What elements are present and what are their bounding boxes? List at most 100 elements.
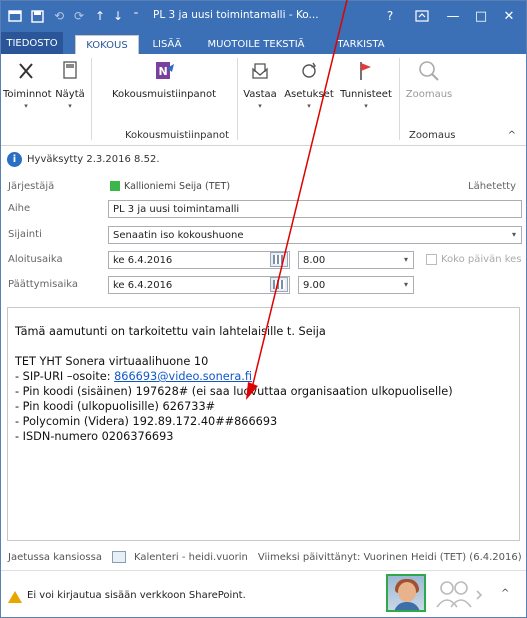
end-time-value: 9.00 — [303, 280, 326, 291]
body-line: - Polycomin (Videra) 192.89.172.40##8666… — [15, 415, 278, 428]
people-icon[interactable] — [433, 579, 493, 609]
redo-icon[interactable]: ⟳ — [71, 7, 87, 25]
info-text: Hyväksytty 2.3.2016 8.52. — [27, 153, 160, 165]
sharepoint-warning: Ei voi kirjautua sisään verkkoon SharePo… — [27, 590, 246, 601]
start-date-value: ke 6.4.2016 — [113, 255, 173, 266]
tab-file[interactable]: TIEDOSTO — [1, 32, 63, 54]
down-arrow-icon[interactable]: ↓ — [111, 7, 125, 25]
meeting-notes-button[interactable]: N Kokousmuistiinpanot — [93, 58, 235, 100]
calendar-icon — [111, 551, 126, 563]
ribbon-tabs: TIEDOSTO KOKOUS LISÄÄ MUOTOILE TEKSTIÄ T… — [1, 32, 526, 54]
collapse-ribbon-button[interactable]: ^ — [508, 130, 516, 141]
respond-label: Vastaa — [243, 89, 277, 100]
body-line: - ISDN-numero 0206376693 — [15, 430, 174, 443]
magnifier-icon — [416, 58, 442, 84]
help-button[interactable]: ? — [381, 6, 399, 26]
customize-qat-icon[interactable]: ⁼ — [129, 7, 143, 25]
subject-value: PL 3 ja uusi toimintamalli — [113, 204, 240, 215]
calendar-icon[interactable] — [270, 277, 288, 292]
tab-review[interactable]: TARKISTA — [327, 35, 395, 54]
subject-label: Aihe — [8, 203, 31, 214]
ribbon-separator — [91, 58, 92, 140]
sent-label: Lähetetty — [468, 181, 517, 192]
undo-icon[interactable]: ⟲ — [51, 7, 67, 25]
calendar-text[interactable]: Kalenteri - heidi.vuorin — [134, 552, 248, 563]
onenote-icon: N — [151, 58, 177, 84]
chevron-down-icon[interactable]: ▾ — [404, 255, 408, 264]
actions-button[interactable]: Toiminnot ▾ — [3, 58, 52, 110]
respond-button[interactable]: Vastaa ▾ — [241, 58, 279, 110]
start-time-value: 8.00 — [303, 255, 326, 266]
tags-button[interactable]: Tunnisteet ▾ — [335, 58, 397, 110]
tab-format-text[interactable]: MUOTOILE TEKSTIÄ — [197, 35, 315, 54]
organizer-value[interactable]: Kallioniemi Seija (TET) — [124, 181, 230, 192]
ribbon-separator — [399, 58, 400, 140]
location-label: Sijainti — [8, 229, 42, 240]
sip-link[interactable]: 866693@video.sonera.fi — [114, 370, 252, 383]
chevron-down-icon[interactable]: ▾ — [404, 280, 408, 289]
people-pane: Ei voi kirjautua sisään verkkoon SharePo… — [1, 570, 526, 616]
organizer-label: Järjestäjä — [8, 181, 55, 192]
allday-checkbox[interactable] — [426, 254, 437, 265]
save-icon[interactable] — [29, 7, 45, 25]
zoom-label: Zoomaus — [405, 89, 453, 100]
warning-icon — [8, 591, 22, 603]
app-icon[interactable] — [7, 7, 23, 25]
group-label-zoom: Zoomaus — [409, 130, 456, 141]
info-bar: i Hyväksytty 2.3.2016 8.52. — [1, 147, 526, 171]
body-line: Tämä aamutunti on tarkoitettu vain lahte… — [15, 325, 326, 338]
body-line: TET YHT Sonera virtuaalihuone 10 — [15, 355, 209, 368]
close-button[interactable]: ✕ — [499, 6, 519, 26]
zoom-button[interactable]: Zoomaus — [403, 58, 455, 100]
flag-icon — [353, 58, 379, 84]
end-date-field[interactable]: ke 6.4.2016 — [108, 276, 290, 294]
meeting-notes-label: Kokousmuistiinpanot — [111, 89, 216, 100]
status-bar: Jaetussa kansiossa Kalenteri - heidi.vuo… — [1, 546, 526, 568]
minimize-button[interactable]: — — [443, 6, 463, 26]
location-field[interactable]: Senaatin iso kokoushuone ▾ — [108, 226, 522, 244]
view-icon — [57, 58, 83, 84]
start-time-field[interactable]: 8.00 ▾ — [298, 251, 414, 269]
actions-label: Toiminnot — [3, 89, 52, 100]
chevron-down-icon: ▾ — [24, 102, 28, 110]
end-date-value: ke 6.4.2016 — [113, 280, 173, 291]
up-arrow-icon[interactable]: ↑ — [93, 7, 107, 25]
refresh-icon — [296, 58, 322, 84]
show-button[interactable]: Näytä ▾ — [51, 58, 89, 110]
restore-button[interactable]: □ — [471, 6, 491, 26]
window-title: PL 3 ja uusi toimintamalli - Ko... — [153, 9, 319, 21]
ribbon: Toiminnot ▾ Näytä ▾ N Kokousmuistiinpano… — [1, 54, 526, 146]
options-button[interactable]: Asetukset ▾ — [283, 58, 335, 110]
allday-label: Koko päivän kes — [441, 254, 522, 265]
chevron-down-icon: ▾ — [307, 102, 311, 110]
chevron-down-icon: ▾ — [364, 102, 368, 110]
shared-folder-text: Jaetussa kansiossa — [8, 551, 102, 563]
body-line: - Pin koodi (ulkopuolisille) 626733# — [15, 400, 216, 413]
location-value: Senaatin iso kokoushuone — [113, 230, 244, 241]
chevron-down-icon[interactable]: ▾ — [512, 230, 516, 239]
end-time-field[interactable]: 9.00 ▾ — [298, 276, 414, 294]
subject-field[interactable]: PL 3 ja uusi toimintamalli — [108, 200, 522, 218]
tab-insert[interactable]: LISÄÄ — [147, 35, 187, 54]
chevron-down-icon: ▾ — [68, 102, 72, 110]
respond-icon — [247, 58, 273, 84]
body-line: - Pin koodi (sisäinen) 197628# (ei saa l… — [15, 385, 453, 398]
last-modified-text: Viimeksi päivittänyt: Vuorinen Heidi (TE… — [257, 551, 522, 563]
avatar[interactable] — [386, 574, 426, 612]
expand-people-pane-button[interactable]: ^ — [501, 588, 509, 599]
ribbon-separator — [237, 58, 238, 140]
options-label: Asetukset — [284, 89, 334, 100]
start-date-field[interactable]: ke 6.4.2016 — [108, 251, 290, 269]
presence-icon — [110, 181, 120, 191]
chevron-down-icon: ▾ — [258, 102, 262, 110]
message-body[interactable]: Tämä aamutunti on tarkoitettu vain lahte… — [7, 307, 520, 541]
info-icon: i — [7, 151, 22, 167]
ribbon-options-icon[interactable] — [413, 6, 431, 26]
group-label-notes: Kokousmuistiinpanot — [125, 130, 230, 141]
start-label: Aloitusaika — [8, 254, 63, 265]
title-bar: ⟲ ⟳ ↑ ↓ ⁼ PL 3 ja uusi toimintamalli - K… — [1, 1, 526, 32]
svg-text:N: N — [159, 65, 168, 78]
calendar-icon[interactable] — [270, 252, 288, 267]
tab-meeting[interactable]: KOKOUS — [75, 35, 139, 54]
sip-prefix: - SIP-URI –osoite: — [15, 370, 115, 383]
